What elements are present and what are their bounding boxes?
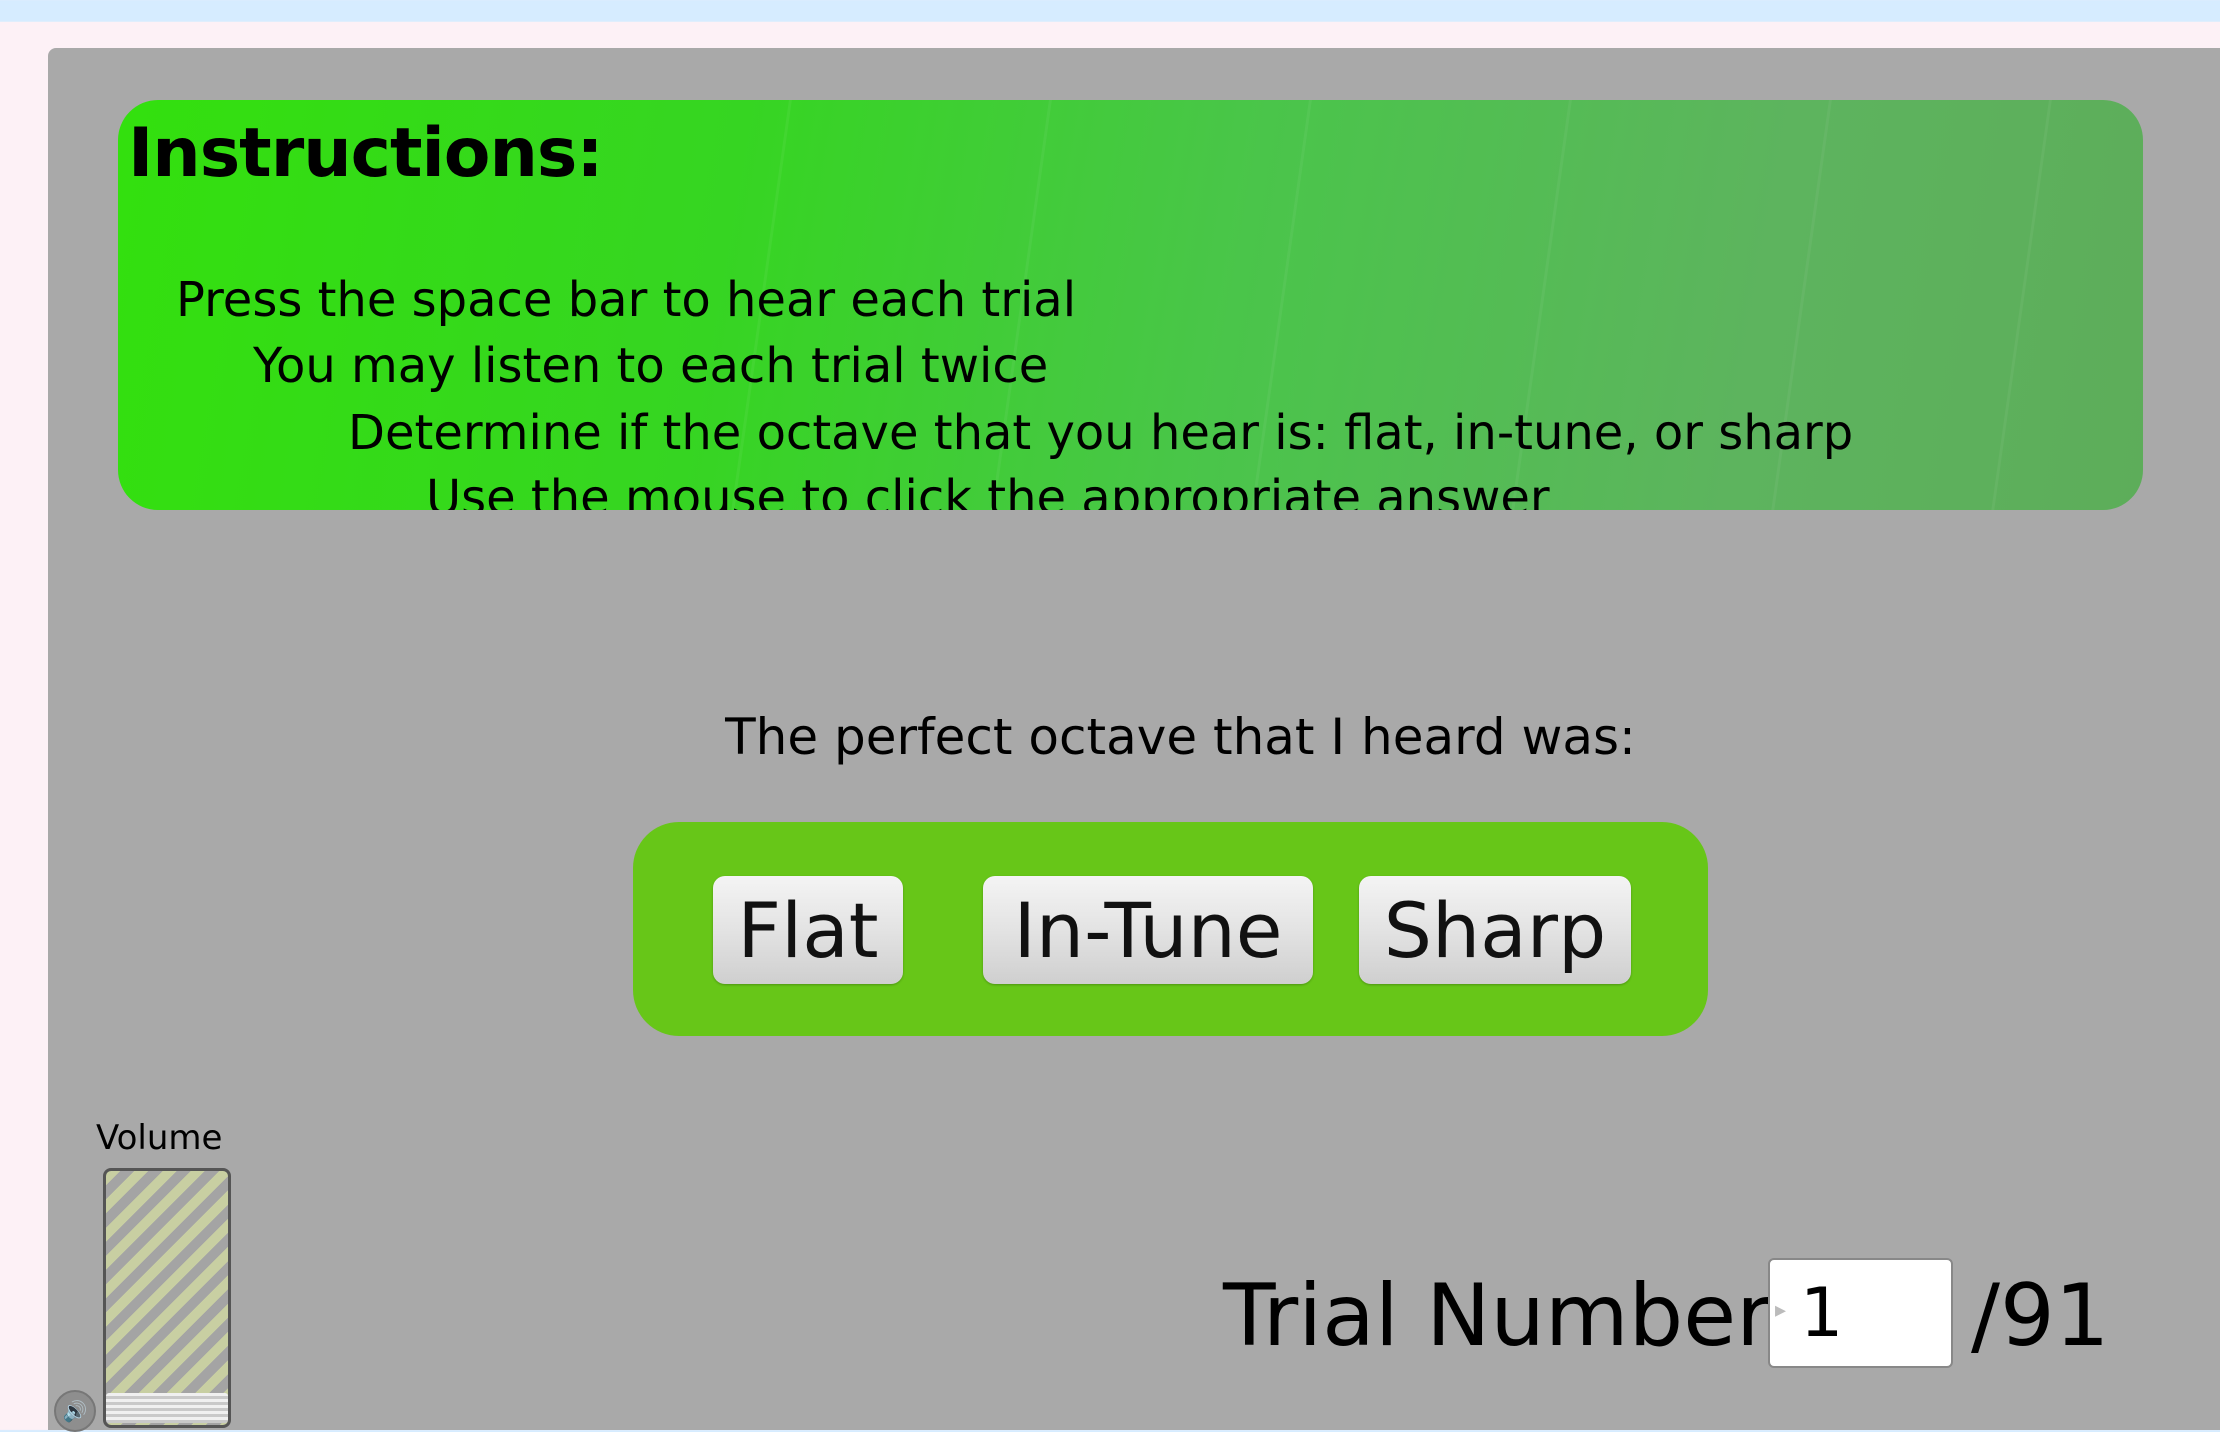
- instruction-line-3: Determine if the octave that you hear is…: [348, 405, 1854, 461]
- trial-number-label: Trial Number: [1223, 1266, 1772, 1366]
- instructions-panel: Instructions: Press the space bar to hea…: [118, 100, 2143, 510]
- in-tune-button[interactable]: In-Tune: [983, 876, 1313, 984]
- trial-number-input[interactable]: [1768, 1258, 1953, 1368]
- instructions-title: Instructions:: [128, 114, 604, 193]
- volume-label: Volume: [96, 1118, 223, 1158]
- volume-slider[interactable]: [103, 1168, 231, 1428]
- question-prompt: The perfect octave that I heard was:: [725, 708, 1636, 766]
- sharp-button[interactable]: Sharp: [1359, 876, 1631, 984]
- volume-slider-handle[interactable]: [106, 1393, 228, 1423]
- instruction-line-4: Use the mouse to click the appropriate a…: [426, 470, 1550, 510]
- experiment-stage: Instructions: Press the space bar to hea…: [48, 48, 2220, 1432]
- flat-button[interactable]: Flat: [713, 876, 903, 984]
- input-caret-icon: ▸: [1775, 1298, 1787, 1323]
- instruction-line-1: Press the space bar to hear each trial: [176, 272, 1077, 328]
- speaker-icon[interactable]: 🔊: [54, 1390, 96, 1432]
- answer-panel: Flat In-Tune Sharp: [633, 822, 1708, 1036]
- trial-total: /91: [1971, 1266, 2110, 1366]
- instruction-line-2: You may listen to each trial twice: [253, 338, 1049, 394]
